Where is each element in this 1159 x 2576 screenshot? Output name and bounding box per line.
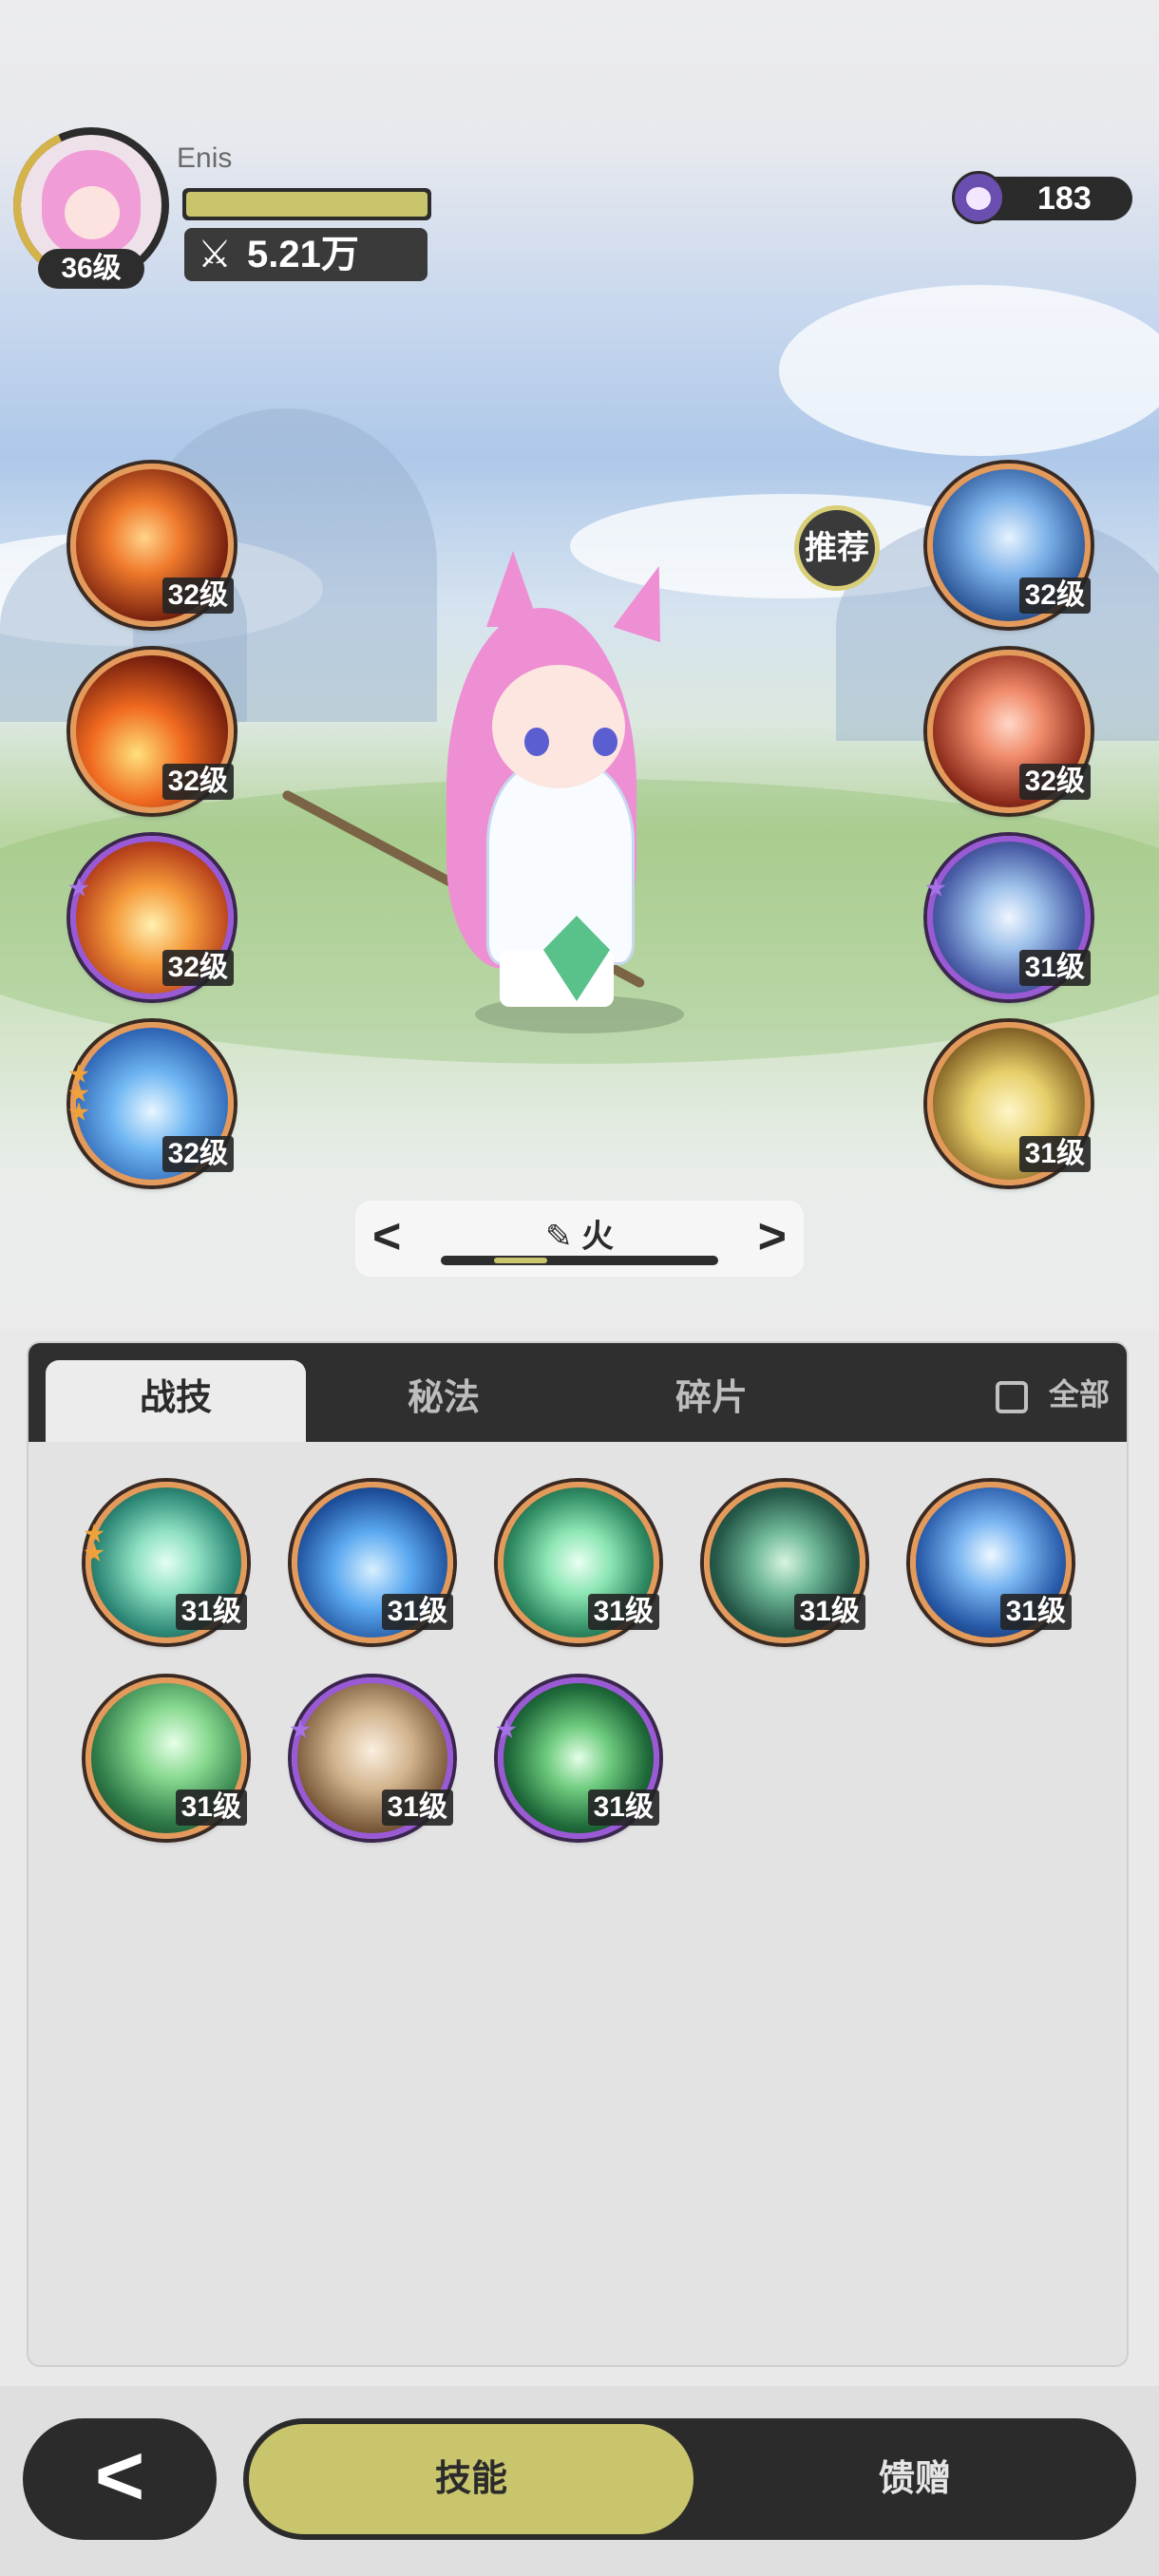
star-rank-icon [290,1719,311,1739]
skill-level-label: 32级 [1018,578,1091,614]
star-rank-icon [68,1102,89,1122]
equipped-skill-right-1[interactable]: 32级 [927,464,1091,627]
tab-arcana[interactable]: 秘法 [314,1360,574,1442]
skill-level-label: 32级 [162,764,234,800]
skill-level-label: 31级 [381,1790,453,1826]
skill-tabs: 战技 秘法 碎片 全部 [28,1343,1127,1442]
avatar-portrait [42,150,141,255]
player-name: Enis [177,142,233,174]
element-switcher: < ✎ 火 > [355,1201,804,1277]
combat-power: ⚔ 5.21万 [184,228,428,281]
hero-character [276,551,750,1045]
skill-slot-3[interactable]: 31级 [498,1482,659,1643]
bottom-tab-gifts[interactable]: 馈赠 [699,2424,1130,2534]
player-avatar[interactable]: 36级 [13,127,169,289]
star-rank-icon [496,1719,517,1739]
skill-slot-2[interactable]: 31级 [292,1482,453,1643]
skill-level-label: 31级 [381,1594,453,1630]
element-page-indicator [441,1256,718,1265]
skill-level-label: 32级 [1018,764,1091,800]
currency-counter[interactable]: 183 [952,171,1132,224]
skill-slot-4[interactable]: 31级 [704,1482,865,1643]
star-rank-icon [84,1543,104,1563]
equipped-skill-left-3[interactable]: 32级 [68,836,234,999]
skill-level-label: 31级 [587,1790,659,1826]
show-all-toggle[interactable]: 全部 [995,1373,1110,1415]
skill-slot-1[interactable]: 31级 [84,1482,247,1643]
skill-level-label: 32级 [162,578,234,614]
equipped-skill-right-2[interactable]: 32级 [927,650,1091,813]
element-next-button[interactable]: > [758,1208,787,1265]
skill-slot-6[interactable]: 31级 [86,1677,247,1839]
edit-pencil-icon: ✎ [545,1219,573,1255]
character-token-icon [952,171,1005,224]
tab-fragments[interactable]: 碎片 [581,1360,842,1442]
combat-power-value: 5.21万 [247,234,359,275]
recommend-button[interactable]: 推荐 [794,505,880,591]
skill-level-label: 31级 [175,1594,247,1630]
bottom-tabs: 技能 馈赠 [243,2418,1136,2540]
back-button[interactable]: < [23,2418,217,2540]
bottom-tab-skills[interactable]: 技能 [249,2424,694,2534]
star-rank-icon [68,1083,89,1103]
skill-level-label: 31级 [1018,950,1091,986]
element-label[interactable]: ✎ 火 [355,1210,804,1257]
tab-combat-skills[interactable]: 战技 [46,1360,306,1442]
skill-slot-7[interactable]: 31级 [290,1677,453,1839]
element-name: 火 [580,1219,614,1255]
equipped-skill-right-3[interactable]: 31级 [925,836,1091,999]
experience-fill [186,192,428,217]
equipped-skill-left-1[interactable]: 32级 [70,464,234,627]
skill-level-label: 31级 [793,1594,865,1630]
experience-bar [182,188,431,220]
skill-level-label: 31级 [1018,1136,1091,1172]
show-all-checkbox[interactable] [995,1380,1028,1413]
equipped-skill-right-4[interactable]: 31级 [927,1022,1091,1185]
equipped-skill-left-2[interactable]: 32级 [70,650,234,813]
skill-slot-8[interactable]: 31级 [496,1677,659,1839]
skill-level-label: 31级 [999,1594,1072,1630]
skill-level-label: 31级 [175,1790,247,1826]
crossed-swords-icon: ⚔ [198,234,232,275]
currency-value: 183 [1037,180,1092,217]
star-rank-icon [84,1524,104,1544]
skill-level-label: 32级 [162,1136,234,1172]
skill-slot-5[interactable]: 31级 [910,1482,1072,1643]
skill-level-label: 31级 [587,1594,659,1630]
player-level-badge: 36级 [38,249,144,289]
skill-level-label: 32级 [162,950,234,986]
show-all-label: 全部 [1048,1377,1110,1411]
skill-inventory-panel: 战技 秘法 碎片 全部 31级 31级 31级 31级 31级 31级 31级 31级 [27,1341,1129,2367]
equipped-skill-left-4[interactable]: 32级 [68,1022,234,1185]
